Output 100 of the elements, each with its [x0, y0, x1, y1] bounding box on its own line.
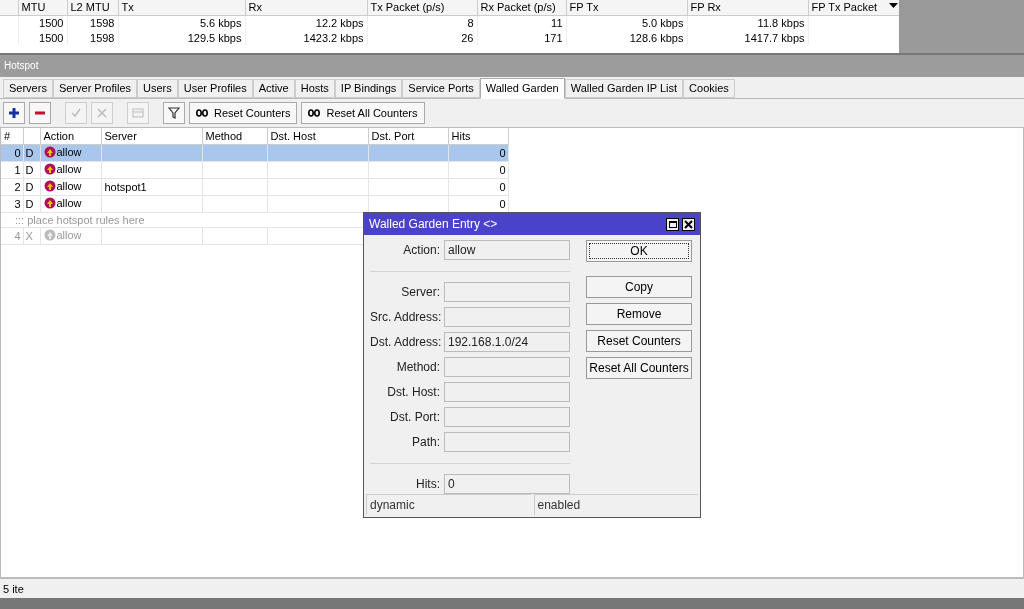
field-label: Action: [402, 242, 441, 259]
dialog-button[interactable]: Remove [586, 303, 692, 325]
tab[interactable]: Walled Garden IP List [564, 79, 684, 98]
column-header[interactable]: Dst. Port [371, 129, 415, 142]
table-cell: 129.5 kbps [187, 31, 242, 44]
filter-button[interactable] [163, 102, 185, 124]
input-field[interactable]: 0 [444, 474, 570, 494]
plus-button[interactable] [3, 102, 25, 124]
status-field: dynamic [366, 494, 531, 515]
table-cell: allow [56, 161, 82, 176]
input-field[interactable] [444, 357, 570, 377]
column-header[interactable]: MTU [18, 0, 67, 15]
table-cell: 1417.7 kbps [744, 31, 805, 44]
field-label: Dst. Port: [389, 409, 441, 426]
table-cell: 0 [499, 197, 506, 210]
input-field[interactable] [444, 382, 570, 402]
dialog-button[interactable]: Reset All Counters [586, 357, 692, 379]
table-cell: 171 [544, 31, 563, 44]
allow-icon [43, 196, 56, 209]
tab[interactable]: User Profiles [177, 79, 253, 98]
status-text: 5 ite [3, 583, 24, 595]
table-cell: 8 [467, 16, 474, 29]
cross-icon [96, 107, 108, 119]
table-cell: 1 [14, 163, 21, 176]
table-cell: 11.8 kbps [757, 16, 805, 29]
tab[interactable]: Users [137, 79, 178, 98]
input-field[interactable] [444, 307, 570, 327]
table-cell: 1423.2 kbps [303, 31, 364, 44]
column-header[interactable]: Method [205, 129, 243, 142]
column-header[interactable]: FP Tx Packet [808, 0, 899, 15]
table-cell: 0 [499, 163, 506, 176]
tab[interactable]: Walled Garden [479, 78, 565, 99]
counter-icon [196, 109, 208, 117]
table-row[interactable]: 1 D allow 0 [1, 161, 508, 178]
check-icon [70, 107, 82, 119]
table-cell: 0 [499, 180, 506, 193]
dropdown-icon[interactable] [888, 1, 898, 10]
column-header[interactable]: FP Rx [687, 0, 808, 15]
table-cell: 2 [14, 180, 21, 193]
field-label: Path: [410, 434, 441, 451]
flag-text: D [25, 163, 34, 176]
tab[interactable]: Servers [3, 79, 53, 98]
allow-icon [43, 145, 56, 158]
column-header[interactable]: Rx [245, 0, 367, 15]
flag-text: X [25, 229, 33, 242]
minus-button[interactable] [29, 102, 51, 124]
tab[interactable]: IP Bindings [334, 79, 403, 98]
column-header[interactable]: Rx Packet (p/s) [477, 0, 566, 15]
flag-text: D [25, 146, 34, 159]
column-header[interactable]: # [4, 129, 11, 142]
table-cell: allow [56, 195, 82, 210]
column-header[interactable]: L2 MTU [67, 0, 118, 15]
flag-text: D [25, 180, 34, 193]
column-header[interactable]: Tx Packet (p/s) [367, 0, 477, 15]
status-field: enabled [533, 494, 698, 515]
field-label: Hits: [415, 476, 441, 493]
table-cell: hotspot1 [104, 180, 147, 193]
field-label: Dst. Host: [386, 384, 441, 401]
input-field[interactable] [444, 282, 570, 302]
plus-icon [8, 107, 20, 119]
window-title: Hotspot [0, 55, 1024, 77]
column-header[interactable]: FP Tx [566, 0, 687, 15]
input-field[interactable]: allow [444, 240, 570, 260]
column-header[interactable]: Server [104, 129, 137, 142]
table-cell: 4 [14, 229, 21, 242]
table-cell: 1500 [39, 16, 64, 29]
reset-button[interactable]: Reset Counters [189, 102, 298, 124]
tab[interactable]: Cookies [683, 79, 735, 98]
column-header[interactable]: Hits [451, 129, 471, 142]
table-cell: 12.2 kbps [315, 16, 364, 29]
dialog-button[interactable]: Copy [586, 276, 692, 298]
column-header[interactable]: Tx [118, 0, 245, 15]
counter-icon [308, 109, 321, 117]
input-field[interactable] [444, 407, 570, 427]
table-cell: 1598 [90, 31, 115, 44]
dialog-button[interactable]: Reset Counters [586, 330, 692, 352]
table-cell: allow [56, 178, 82, 193]
maximize-button[interactable] [666, 217, 679, 231]
allow-icon [43, 228, 56, 241]
table-row[interactable]: 2 D allow hotspot1 0 [1, 178, 508, 195]
allow-icon [43, 179, 56, 192]
input-field[interactable] [444, 432, 570, 452]
tab[interactable]: Service Ports [402, 79, 480, 98]
column-header[interactable]: Dst. Host [270, 129, 316, 142]
tab[interactable]: Server Profiles [52, 79, 138, 98]
note-icon [132, 107, 144, 119]
table-cell: 26 [461, 31, 474, 44]
reset-button[interactable]: Reset All Counters [301, 102, 425, 124]
table-cell: 5.0 kbps [641, 16, 684, 29]
dialog-button[interactable]: OK [586, 240, 692, 262]
filter-icon [168, 107, 180, 119]
input-field[interactable]: 192.168.1.0/24 [444, 332, 570, 352]
close-button[interactable] [682, 217, 695, 231]
tab[interactable]: Hosts [294, 79, 335, 98]
table-cell: 1598 [90, 16, 115, 29]
column-header[interactable]: Action [43, 129, 75, 142]
allow-icon [43, 162, 56, 175]
tab[interactable]: Active [252, 79, 295, 98]
table-cell: 5.6 kbps [199, 16, 242, 29]
table-cell: 3 [14, 197, 21, 210]
